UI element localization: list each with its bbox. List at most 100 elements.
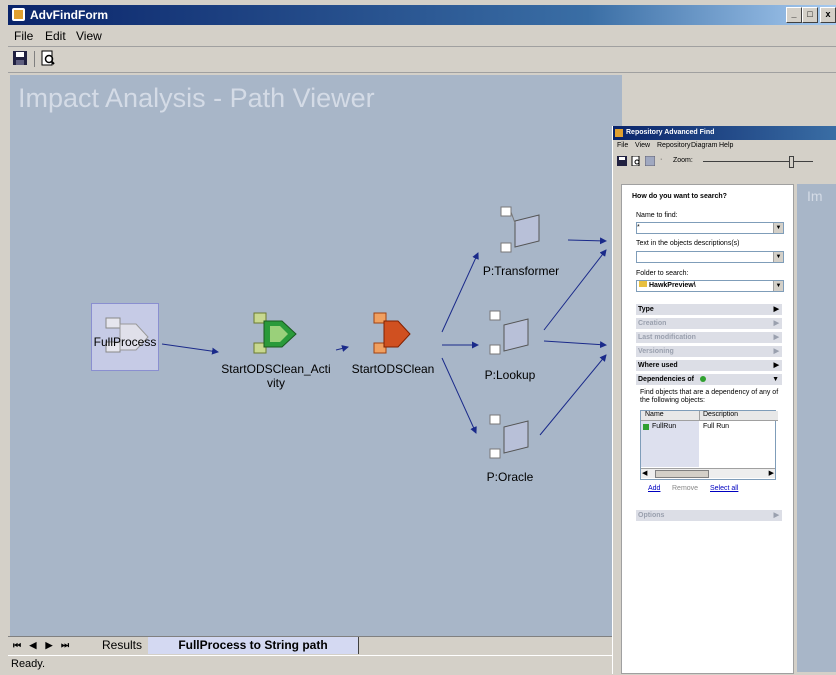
section-last-modification[interactable]: Last modification ▶ bbox=[636, 332, 782, 343]
sheet-tab-bar: ⏮ ◀ ▶ ⏭ Results FullProcess to String pa… bbox=[8, 636, 622, 655]
select-all-link[interactable]: Select all bbox=[710, 485, 738, 492]
section-options[interactable]: Options ▶ bbox=[636, 510, 782, 521]
window-title: AdvFindForm bbox=[30, 8, 108, 22]
scrollbar-thumb[interactable] bbox=[655, 470, 709, 478]
check-icon bbox=[700, 376, 706, 382]
chevron-down-icon[interactable]: ▼ bbox=[773, 281, 783, 291]
chevron-down-icon[interactable]: ▼ bbox=[773, 223, 783, 233]
node-label-line1: StartODSClean_Acti bbox=[221, 362, 331, 376]
node-label: P:Transformer bbox=[482, 264, 560, 278]
zoom-label: Zoom: bbox=[673, 157, 693, 164]
section-label: Where used bbox=[638, 362, 678, 369]
chevron-down-icon: ▼ bbox=[772, 376, 779, 383]
menu-file[interactable]: File bbox=[617, 140, 628, 152]
node-fullprocess[interactable]: FullProcess bbox=[90, 303, 160, 371]
menu-file[interactable]: File bbox=[14, 29, 33, 43]
name-input[interactable]: * ▼ bbox=[636, 222, 784, 234]
activity-icon bbox=[253, 312, 297, 354]
process-step-icon bbox=[500, 206, 540, 253]
maximize-button[interactable]: □ bbox=[802, 7, 818, 23]
advanced-find-titlebar[interactable]: Repository Advanced Find bbox=[613, 126, 836, 140]
image-icon[interactable] bbox=[645, 156, 655, 166]
first-tab-button[interactable]: ⏮ bbox=[11, 639, 23, 652]
node-label: P:Lookup bbox=[484, 368, 536, 382]
chevron-down-icon[interactable]: ▼ bbox=[773, 252, 783, 262]
results-pane-title: Im bbox=[807, 188, 823, 204]
close-button[interactable]: x bbox=[820, 7, 836, 23]
minimize-button[interactable]: _ bbox=[786, 7, 802, 23]
section-type[interactable]: Type ▶ bbox=[636, 304, 782, 315]
chevron-right-icon: ▶ bbox=[773, 348, 779, 355]
chevron-left-icon[interactable]: ◀ bbox=[642, 469, 647, 477]
menu-repository[interactable]: Repository bbox=[657, 140, 690, 152]
node-label: P:Oracle bbox=[486, 470, 534, 484]
section-where-used[interactable]: Where used ▶ bbox=[636, 360, 782, 371]
menu-diagram[interactable]: Diagram bbox=[691, 140, 717, 152]
app-icon bbox=[615, 129, 623, 137]
name-label: Name to find: bbox=[636, 212, 678, 219]
results-preview-pane: Im bbox=[797, 184, 836, 672]
chevron-right-icon: ▶ bbox=[773, 306, 779, 313]
dropdown-arrow-icon[interactable]: · bbox=[660, 156, 662, 163]
tab-fullprocess-path[interactable]: FullProcess to String path bbox=[148, 637, 359, 654]
save-icon[interactable] bbox=[12, 50, 30, 68]
search-panel: How do you want to search? Name to find:… bbox=[621, 184, 794, 674]
advanced-find-toolbar: · Zoom: bbox=[613, 153, 836, 169]
advanced-find-title: Repository Advanced Find bbox=[626, 129, 715, 136]
print-preview-icon[interactable] bbox=[631, 156, 641, 166]
folder-select[interactable]: HawkPreview\ ▼ bbox=[636, 280, 784, 292]
row-description: Full Run bbox=[703, 423, 730, 430]
process-step-icon bbox=[489, 310, 529, 355]
column-header-description[interactable]: Description bbox=[700, 411, 778, 421]
tab-results[interactable]: Results bbox=[92, 637, 152, 653]
description-label: Text in the objects descriptions(s) bbox=[636, 240, 740, 247]
last-tab-button[interactable]: ⏭ bbox=[59, 639, 71, 652]
node-label: StartODSClean bbox=[351, 362, 435, 376]
horizontal-scrollbar[interactable]: ◀ ▶ bbox=[641, 468, 775, 478]
save-icon[interactable] bbox=[617, 156, 627, 166]
advanced-find-window[interactable]: Repository Advanced Find File View Repos… bbox=[612, 126, 836, 674]
section-dependencies-of[interactable]: Dependencies of ▼ bbox=[636, 374, 782, 385]
chevron-right-icon: ▶ bbox=[773, 512, 779, 519]
path-viewer-canvas[interactable]: Impact Analysis - Path Viewer FullProces… bbox=[10, 75, 622, 637]
section-creation[interactable]: Creation ▶ bbox=[636, 318, 782, 329]
dependencies-help: Find objects that are a dependency of an… bbox=[640, 389, 779, 404]
node-ptransformer[interactable]: P:Transformer bbox=[476, 205, 566, 278]
remove-link[interactable]: Remove bbox=[672, 485, 698, 492]
section-label: Last modification bbox=[638, 334, 696, 341]
section-label: Dependencies of bbox=[638, 376, 695, 383]
activity-icon bbox=[643, 424, 649, 430]
next-tab-button[interactable]: ▶ bbox=[43, 639, 55, 652]
section-label: Options bbox=[638, 512, 665, 519]
column-header-name[interactable]: Name bbox=[641, 411, 700, 421]
node-poracle[interactable]: P:Oracle bbox=[480, 411, 540, 484]
menu-help[interactable]: Help bbox=[719, 140, 733, 152]
menu-view[interactable]: View bbox=[635, 140, 650, 152]
search-heading: How do you want to search? bbox=[632, 193, 727, 200]
chevron-right-icon[interactable]: ▶ bbox=[769, 469, 774, 477]
row-name: FullRun bbox=[652, 423, 677, 430]
node-label: FullProcess bbox=[93, 335, 157, 349]
section-label: Type bbox=[638, 306, 654, 313]
print-preview-icon[interactable] bbox=[40, 50, 58, 68]
chevron-right-icon: ▶ bbox=[773, 334, 779, 341]
window-titlebar[interactable]: AdvFindForm _ □ x bbox=[8, 5, 836, 25]
node-plookup[interactable]: P:Lookup bbox=[480, 309, 540, 382]
dependencies-table[interactable]: Name Description FullRun Full Run ◀ ▶ bbox=[640, 410, 778, 480]
zoom-slider-thumb[interactable] bbox=[789, 156, 794, 168]
menu-edit[interactable]: Edit bbox=[45, 29, 66, 43]
table-row[interactable]: FullRun Full Run bbox=[641, 423, 775, 432]
add-link[interactable]: Add bbox=[648, 485, 660, 492]
prev-tab-button[interactable]: ◀ bbox=[27, 639, 39, 652]
zoom-slider[interactable] bbox=[703, 161, 813, 162]
section-label: Versioning bbox=[638, 348, 674, 355]
toolbar bbox=[8, 47, 836, 73]
chevron-right-icon: ▶ bbox=[773, 320, 779, 327]
node-startodsclean[interactable]: StartODSClean bbox=[350, 309, 436, 376]
menu-view[interactable]: View bbox=[76, 29, 102, 43]
section-versioning[interactable]: Versioning ▶ bbox=[636, 346, 782, 357]
folder-label: Folder to search: bbox=[636, 270, 689, 277]
node-startodsclean-activity[interactable]: StartODSClean_Acti vity bbox=[220, 309, 332, 390]
section-label: Creation bbox=[638, 320, 667, 327]
description-input[interactable]: ▼ bbox=[636, 251, 784, 263]
